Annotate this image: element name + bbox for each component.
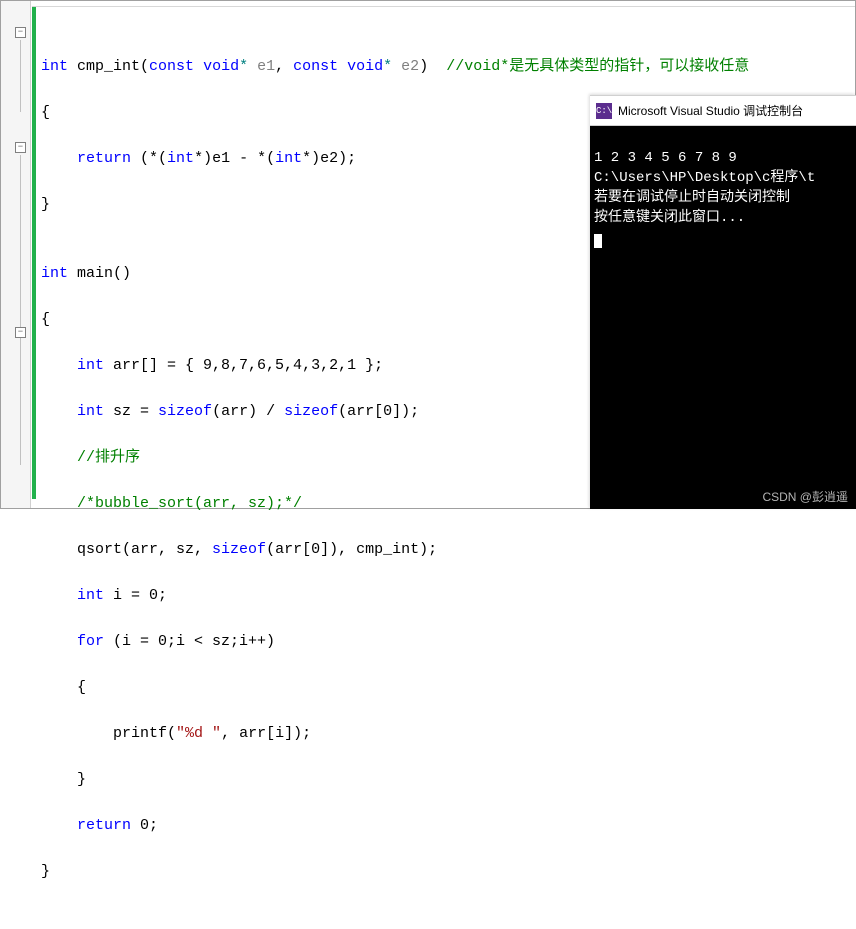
code-line: int cmp_int(const void* e1, const void* … xyxy=(41,55,749,78)
console-line: 若要在调试停止时自动关闭控制 xyxy=(594,190,790,206)
code-line: printf("%d ", arr[i]); xyxy=(41,722,749,745)
console-line: 按任意键关闭此窗口... xyxy=(594,210,745,226)
fold-toggle-icon[interactable]: − xyxy=(15,327,26,338)
console-titlebar[interactable]: C:\ Microsoft Visual Studio 调试控制台 xyxy=(590,96,856,126)
console-cursor xyxy=(594,234,602,248)
fold-guide-line xyxy=(20,40,21,112)
fold-guide-line xyxy=(20,155,21,465)
code-line: } xyxy=(41,860,749,883)
console-app-icon: C:\ xyxy=(596,103,612,119)
editor-top-strip xyxy=(32,1,855,7)
console-line: C:\Users\HP\Desktop\c程序\t xyxy=(594,170,815,186)
console-line: 1 2 3 4 5 6 7 8 9 xyxy=(594,150,737,166)
editor-margin xyxy=(1,1,31,508)
console-title-text: Microsoft Visual Studio 调试控制台 xyxy=(618,102,803,119)
change-indicator-bar xyxy=(32,7,36,499)
code-line: return 0; xyxy=(41,814,749,837)
code-line: int i = 0; xyxy=(41,584,749,607)
fold-toggle-icon[interactable]: − xyxy=(15,142,26,153)
code-line: for (i = 0;i < sz;i++) xyxy=(41,630,749,653)
debug-console-window[interactable]: C:\ Microsoft Visual Studio 调试控制台 1 2 3 … xyxy=(590,95,856,509)
code-line: { xyxy=(41,676,749,699)
watermark-text: CSDN @彭逍遥 xyxy=(762,488,848,505)
code-line: qsort(arr, sz, sizeof(arr[0]), cmp_int); xyxy=(41,538,749,561)
code-line: } xyxy=(41,768,749,791)
fold-toggle-icon[interactable]: − xyxy=(15,27,26,38)
console-output: 1 2 3 4 5 6 7 8 9 C:\Users\HP\Desktop\c程… xyxy=(590,126,856,270)
